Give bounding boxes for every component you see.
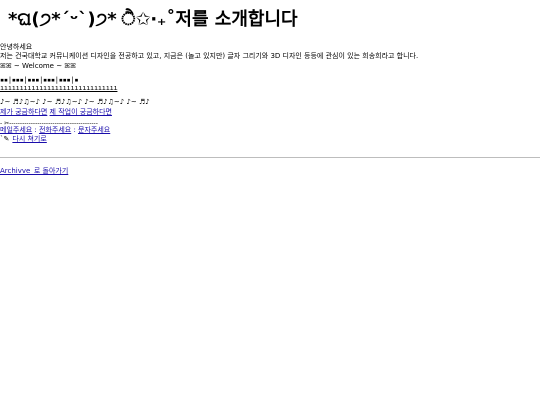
horizontal-divider <box>0 157 540 158</box>
my-work-link[interactable]: 제 작업이 궁금하다면 <box>50 108 112 116</box>
sms-link[interactable]: 문자주세요 <box>78 126 110 134</box>
page-title: *ଘ(੭*ˊᵕˋ)੭* ੈ✩‧₊˚저를 소개합니다 <box>8 9 298 30</box>
contact-separator: : <box>71 126 79 134</box>
music-notes-decoration: ♪~ ♬♪♫~♪ ♪~ ♬♪♫~♪ ♪~ ♬♪♫~♪ ♪~ ♬♪ <box>0 98 150 106</box>
back-row: Archivve_로 돌아가기 <box>0 167 68 176</box>
welcome-text: ꕤꕤ ~ Welcome ~ ꕤꕤ <box>0 62 76 70</box>
intro-text: 저는 건국대학교 커뮤니케이션 디자인을 전공하고 있고, 지금은 (놀고 있지… <box>0 52 419 60</box>
again-link[interactable]: 다시 쳐기로 <box>12 135 46 143</box>
page: *ଘ(੭*ˊᵕˋ)੭* ੈ✩‧₊˚저를 소개합니다 안녕하세요 저는 건국대학교… <box>0 0 540 405</box>
back-to-archive-link[interactable]: Archivve_로 돌아가기 <box>0 167 68 175</box>
greeting-text: 안녕하세요 <box>0 43 33 51</box>
phone-link[interactable]: 전화주세요 <box>39 126 71 134</box>
ticks-decoration: ıııııııııııııııııııııııııııııı <box>0 84 118 92</box>
pencil-icon: ˋ✎ <box>0 135 10 143</box>
contact-row: 메일주세요 : 전화주세요 : 문자주세요 <box>0 126 110 135</box>
about-me-link[interactable]: 제가 궁금하다면 <box>0 108 47 116</box>
link-row: 제가 궁금하다면 제 작업이 궁금하다면 <box>0 108 112 117</box>
contact-separator: : <box>32 126 40 134</box>
again-row: ˋ✎ 다시 쳐기로 <box>0 135 47 144</box>
email-link[interactable]: 메일주세요 <box>0 126 32 134</box>
